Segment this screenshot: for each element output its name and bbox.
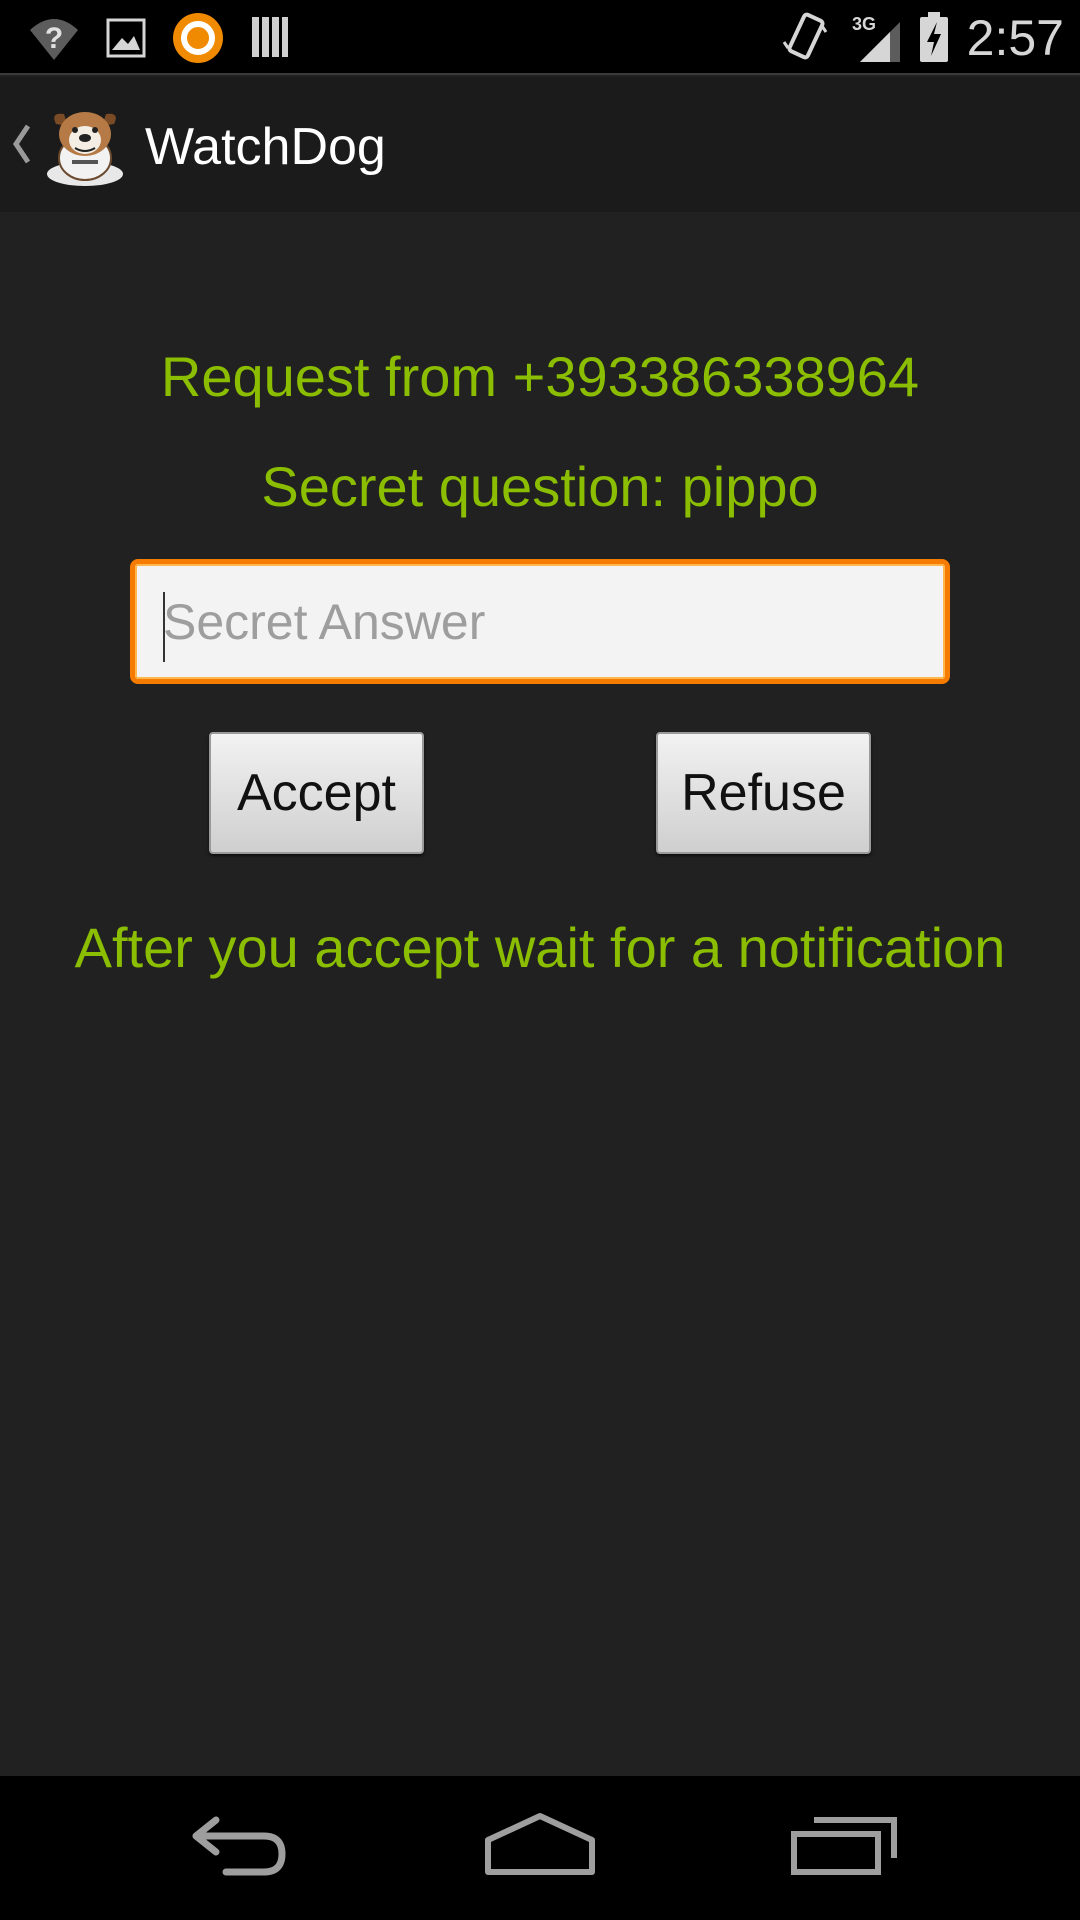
svg-text:3G: 3G bbox=[852, 14, 876, 34]
recents-icon[interactable] bbox=[790, 1806, 900, 1890]
battery-charging-icon bbox=[920, 12, 948, 62]
secret-answer-field[interactable] bbox=[130, 559, 950, 684]
accept-button[interactable]: Accept bbox=[209, 732, 424, 854]
vibrate-icon bbox=[782, 12, 828, 60]
refuse-button[interactable]: Refuse bbox=[656, 732, 871, 854]
secret-question-text: Secret question: pippo bbox=[261, 455, 819, 518]
home-icon[interactable] bbox=[484, 1806, 596, 1890]
status-time: 2:57 bbox=[966, 10, 1064, 66]
back-icon[interactable] bbox=[186, 1806, 290, 1890]
barcode-icon bbox=[252, 17, 288, 57]
svg-text:?: ? bbox=[45, 22, 63, 55]
app-title: WatchDog bbox=[145, 118, 386, 176]
navigation-bar bbox=[0, 1776, 1080, 1920]
wifi-question-icon: ? bbox=[30, 19, 78, 60]
main-content: Request from +393386338964 Secret questi… bbox=[0, 212, 1080, 1776]
secret-answer-input[interactable] bbox=[163, 586, 923, 658]
up-caret-icon[interactable] bbox=[10, 122, 32, 166]
gallery-icon bbox=[106, 18, 146, 58]
action-bar: WatchDog bbox=[0, 77, 1080, 212]
notification-note: After you accept wait for a notification bbox=[74, 916, 1006, 979]
status-bar: ? 3G 2:57 bbox=[0, 0, 1080, 75]
text-caret bbox=[163, 592, 165, 662]
request-text: Request from +393386338964 bbox=[160, 345, 920, 408]
avast-icon bbox=[173, 13, 223, 63]
bulldog-logo[interactable] bbox=[42, 102, 128, 188]
signal-icon: 3G bbox=[852, 14, 900, 62]
